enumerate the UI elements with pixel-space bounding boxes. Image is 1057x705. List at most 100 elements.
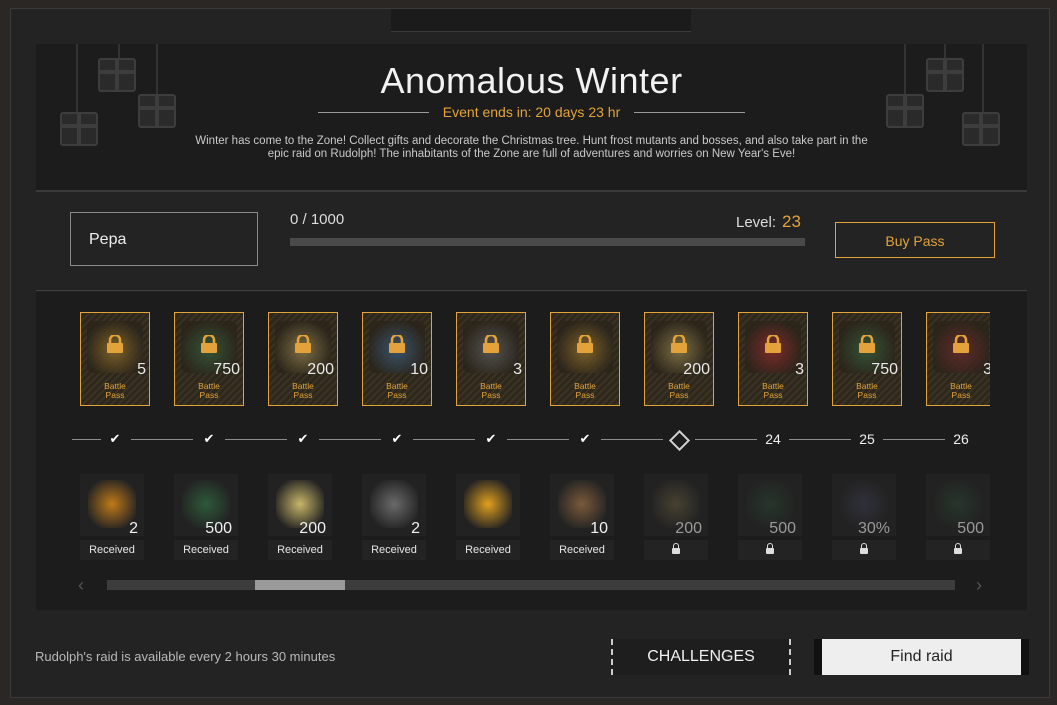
battle-pass-label: Battle Pass bbox=[668, 381, 690, 400]
xp-progress-bar bbox=[290, 238, 805, 246]
free-reward-card[interactable]: 30% bbox=[832, 474, 902, 564]
level-number: 24 bbox=[765, 431, 781, 447]
buy-pass-button[interactable]: Buy Pass bbox=[835, 222, 995, 258]
track-line bbox=[507, 439, 569, 440]
battle-pass-label: Battle Pass bbox=[762, 381, 784, 400]
lock-icon bbox=[669, 333, 689, 353]
reward-status bbox=[644, 540, 708, 560]
reward-image: 200 bbox=[644, 474, 708, 537]
challenges-button[interactable]: CHALLENGES bbox=[611, 639, 791, 675]
reward-image: 500 bbox=[738, 474, 802, 537]
pass-progress: Pepa 0 / 1000 Level: 23 Buy Pass bbox=[36, 192, 1027, 288]
track-line bbox=[72, 439, 101, 440]
player-name: Pepa bbox=[70, 212, 258, 266]
battle-pass-label: Battle Pass bbox=[856, 381, 878, 400]
lock-icon bbox=[766, 543, 774, 554]
pass-reward-card[interactable]: 5 Battle Pass bbox=[80, 312, 150, 406]
scroll-left-icon[interactable]: ‹ bbox=[78, 575, 84, 596]
reward-image: 500 bbox=[174, 474, 238, 537]
track-line bbox=[695, 439, 757, 440]
pass-reward-card[interactable]: 3 Battle Pass bbox=[456, 312, 526, 406]
pass-reward-card[interactable]: 200 Battle Pass bbox=[644, 312, 714, 406]
gift-decoration-icon bbox=[962, 112, 1000, 146]
reward-count: 200 bbox=[307, 361, 334, 378]
free-reward-card[interactable]: 2 Received bbox=[362, 474, 432, 564]
top-notch bbox=[391, 9, 691, 32]
battle-pass-label: Battle Pass bbox=[198, 381, 220, 400]
checkmark-icon: ✔ bbox=[579, 431, 591, 446]
reward-count: 2 bbox=[411, 520, 420, 537]
free-reward-card[interactable]: 500 bbox=[738, 474, 808, 564]
reward-status bbox=[926, 540, 990, 560]
lock-icon bbox=[857, 333, 877, 353]
free-reward-card[interactable]: 2 Received bbox=[80, 474, 150, 564]
battle-pass-label: Battle Pass bbox=[386, 381, 408, 400]
pass-reward-card[interactable]: 3 Battle Pass bbox=[738, 312, 808, 406]
lock-icon bbox=[387, 333, 407, 353]
gift-decoration-icon bbox=[60, 112, 98, 146]
reward-count: 2 bbox=[129, 520, 138, 537]
reward-count: 200 bbox=[683, 361, 710, 378]
pass-reward-card[interactable]: 10 Battle Pass bbox=[362, 312, 432, 406]
track-line bbox=[601, 439, 663, 440]
laurel-badge-icon bbox=[464, 480, 512, 528]
level-number: 26 bbox=[953, 431, 969, 447]
checkmark-icon: ✔ bbox=[485, 431, 497, 446]
pass-reward-card[interactable]: Battle Pass bbox=[550, 312, 620, 406]
track-line bbox=[789, 439, 851, 440]
event-header: Anomalous Winter Event ends in: 20 days … bbox=[36, 44, 1027, 192]
scrollbar-thumb[interactable] bbox=[255, 580, 345, 590]
track-line bbox=[131, 439, 193, 440]
lock-icon bbox=[575, 333, 595, 353]
find-raid-button[interactable]: Find raid bbox=[814, 639, 1029, 675]
free-reward-card[interactable]: 200 bbox=[644, 474, 714, 564]
lock-icon bbox=[954, 543, 962, 554]
reward-count: 10 bbox=[410, 361, 428, 378]
reward-image: 500 bbox=[926, 474, 990, 537]
reward-count: 30% bbox=[857, 520, 890, 537]
divider bbox=[36, 290, 1027, 291]
lock-icon bbox=[672, 543, 680, 554]
track-line bbox=[319, 439, 381, 440]
reward-status: Received bbox=[268, 540, 332, 560]
reward-image: 30% bbox=[832, 474, 896, 537]
battle-pass-label: Battle Pass bbox=[480, 381, 502, 400]
free-reward-card[interactable]: 500 bbox=[926, 474, 990, 564]
scroll-right-icon[interactable]: › bbox=[976, 575, 982, 596]
free-reward-card[interactable]: 500 Received bbox=[174, 474, 244, 564]
track-line bbox=[883, 439, 945, 440]
free-reward-card[interactable]: Received bbox=[456, 474, 526, 564]
free-reward-card[interactable]: 200 Received bbox=[268, 474, 338, 564]
reward-count: 5 bbox=[137, 361, 146, 378]
checkmark-icon: ✔ bbox=[203, 431, 215, 446]
level-number: 25 bbox=[859, 431, 875, 447]
reward-status: Received bbox=[362, 540, 426, 560]
reward-count: 200 bbox=[675, 520, 702, 537]
battle-pass-label: Battle Pass bbox=[574, 381, 596, 400]
battle-pass-label: Battle Pass bbox=[292, 381, 314, 400]
lock-icon bbox=[293, 333, 313, 353]
lock-icon bbox=[105, 333, 125, 353]
checkmark-icon: ✔ bbox=[391, 431, 403, 446]
reward-image: 2 bbox=[80, 474, 144, 537]
pass-reward-card[interactable]: 750 Battle Pass bbox=[174, 312, 244, 406]
current-level-marker-icon bbox=[668, 429, 691, 452]
event-title: Anomalous Winter bbox=[380, 60, 683, 101]
reward-status: Received bbox=[456, 540, 520, 560]
level-display: Level: 23 bbox=[736, 212, 801, 231]
pass-reward-card[interactable]: 750 Battle Pass bbox=[832, 312, 902, 406]
reward-count: 3 bbox=[513, 361, 522, 378]
reward-track-viewport: 5 Battle Pass 750 Battle Pass 200 Battle Pass 10 B… bbox=[72, 292, 990, 610]
reward-image: 200 bbox=[268, 474, 332, 537]
level-value: 23 bbox=[782, 212, 801, 231]
lock-icon bbox=[951, 333, 971, 353]
track-scrollbar[interactable] bbox=[107, 580, 955, 590]
checkmark-icon: ✔ bbox=[297, 431, 309, 446]
free-reward-card[interactable]: 10 Received bbox=[550, 474, 620, 564]
lock-icon bbox=[860, 543, 868, 554]
battle-pass-label: Battle Pass bbox=[950, 381, 972, 400]
pass-reward-card[interactable]: 200 Battle Pass bbox=[268, 312, 338, 406]
pass-reward-card[interactable]: 3 Battle Pass bbox=[926, 312, 990, 406]
reward-status: Received bbox=[80, 540, 144, 560]
reward-image: 10 bbox=[550, 474, 614, 537]
